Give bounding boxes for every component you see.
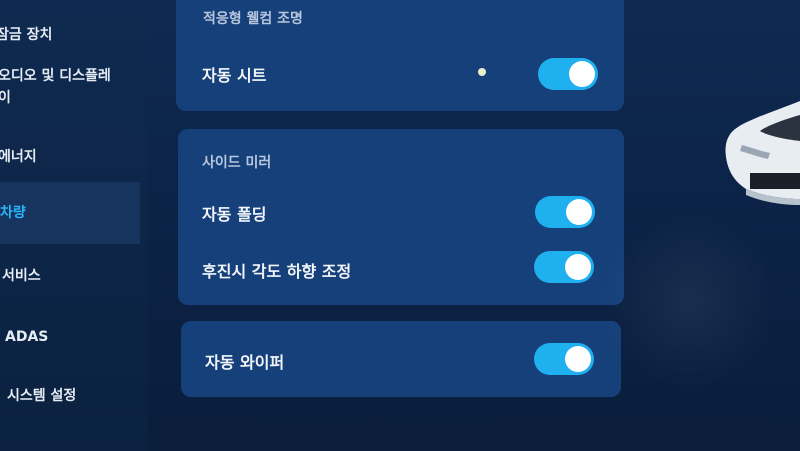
auto-folding-toggle[interactable] [535, 196, 595, 228]
auto-folding-label: 자동 폴딩 [202, 205, 267, 224]
side-mirror-panel: 사이드 미러 자동 폴딩 후진시 각도 하향 조정 [178, 129, 624, 305]
sidebar-item-audio-display[interactable]: 오디오 및 디스플레 [0, 66, 138, 86]
screen-glare [600, 210, 780, 390]
auto-seat-toggle[interactable] [538, 58, 598, 90]
sidebar-item-label: 이 [0, 90, 11, 106]
section-title-lighting: 적응형 웰컴 조명 [203, 11, 303, 27]
sidebar-item-audio-display-cont[interactable]: 이 [0, 88, 138, 108]
sidebar-item-label: 서비스 [2, 268, 41, 284]
toggle-knob [566, 199, 592, 225]
settings-screen: 잠금 장치 오디오 및 디스플레 이 에너지 차량 서비스 ADAS 시스템 설… [0, 0, 800, 451]
toggle-knob [565, 346, 591, 372]
toggle-knob [565, 254, 591, 280]
sidebar: 잠금 장치 오디오 및 디스플레 이 에너지 차량 서비스 ADAS 시스템 설… [0, 0, 148, 451]
sidebar-item-label: ADAS [5, 329, 49, 345]
sidebar-item-energy[interactable]: 에너지 [0, 147, 138, 167]
reverse-tilt-toggle[interactable] [534, 251, 594, 283]
section-title-side-mirror: 사이드 미러 [202, 155, 272, 171]
auto-wiper-toggle[interactable] [534, 343, 594, 375]
sidebar-item-label: 잠금 장치 [0, 27, 53, 43]
auto-seat-label: 자동 시트 [202, 66, 267, 85]
sidebar-item-vehicle[interactable]: 차량 [0, 182, 140, 244]
reverse-tilt-label: 후진시 각도 하향 조정 [202, 262, 352, 281]
sidebar-item-label: 시스템 설정 [7, 388, 77, 404]
lighting-panel: 적응형 웰컴 조명 자동 시트 [176, 0, 624, 111]
sidebar-item-label: 오디오 및 디스플레 [0, 68, 111, 84]
toggle-knob [569, 61, 595, 87]
auto-wiper-label: 자동 와이퍼 [205, 353, 285, 372]
car-image [725, 101, 800, 205]
sidebar-item-lock[interactable]: 잠금 장치 [0, 25, 136, 45]
wiper-panel: 자동 와이퍼 [181, 321, 621, 397]
sidebar-item-label: 에너지 [0, 149, 37, 165]
sidebar-item-adas[interactable]: ADAS [5, 327, 145, 347]
sidebar-item-services[interactable]: 서비스 [2, 266, 142, 286]
sidebar-item-system-settings[interactable]: 시스템 설정 [7, 386, 147, 406]
sidebar-item-label: 차량 [0, 205, 26, 221]
light-dot [478, 68, 486, 76]
